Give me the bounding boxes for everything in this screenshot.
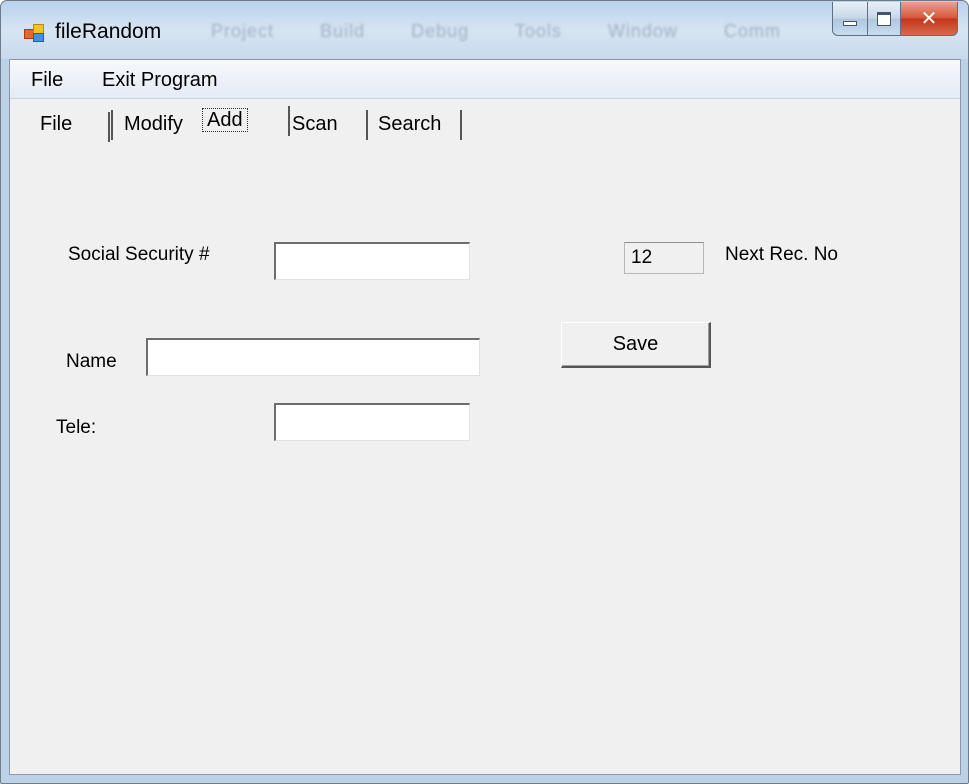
name-input[interactable] xyxy=(146,338,480,376)
tab-divider xyxy=(108,112,110,142)
tab-scan[interactable]: Scan xyxy=(286,110,368,140)
ghost-menu-item: Project xyxy=(211,21,275,41)
background-menu-blurred: Project Build Debug Tools Window Comm xyxy=(211,21,821,42)
tab-label: Search xyxy=(378,113,442,135)
title-bar[interactable]: fileRandom Project Build Debug Tools Win… xyxy=(1,1,968,59)
ghost-menu-item: Debug xyxy=(411,21,470,41)
tab-file[interactable]: File xyxy=(34,110,113,140)
app-icon[interactable] xyxy=(24,23,44,42)
ghost-menu-item: Comm xyxy=(723,21,781,41)
tab-label: File xyxy=(40,113,73,135)
tele-label: Tele: xyxy=(56,417,97,438)
ssn-input[interactable] xyxy=(274,242,470,280)
menu-bar: File Exit Program xyxy=(10,60,960,99)
save-button[interactable]: Save xyxy=(561,322,711,368)
ssn-label: Social Security # xyxy=(68,244,210,265)
minimize-icon xyxy=(843,21,857,26)
close-button[interactable]: ✕ xyxy=(901,2,958,36)
ghost-menu-item: Window xyxy=(607,21,678,41)
tab-modify[interactable]: Modify xyxy=(118,110,204,140)
tab-strip: File Modify Add Scan Search xyxy=(10,99,960,147)
minimize-button[interactable] xyxy=(832,2,868,36)
next-rec-label: Next Rec. No xyxy=(725,244,838,265)
window-controls: ✕ xyxy=(832,2,958,38)
name-label: Name xyxy=(66,351,117,372)
window-title: fileRandom xyxy=(55,20,162,43)
tab-search[interactable]: Search xyxy=(372,110,462,140)
tab-label: Add xyxy=(202,108,248,132)
close-icon: ✕ xyxy=(920,8,938,30)
tab-add[interactable]: Add xyxy=(196,106,290,136)
tele-input[interactable] xyxy=(274,403,470,441)
ghost-menu-item: Tools xyxy=(514,21,562,41)
menu-exit-program[interactable]: Exit Program xyxy=(102,69,218,92)
maximize-button[interactable] xyxy=(868,2,901,36)
ghost-menu-item: Build xyxy=(320,21,366,41)
client-area: File Exit Program File Modify Add Scan S… xyxy=(9,59,961,775)
tab-label: Scan xyxy=(292,113,338,135)
tab-label: Modify xyxy=(124,113,183,135)
maximize-icon xyxy=(877,11,891,26)
app-window: fileRandom Project Build Debug Tools Win… xyxy=(0,0,969,784)
next-rec-number: 12 xyxy=(624,242,704,274)
menu-file[interactable]: File xyxy=(31,69,63,92)
